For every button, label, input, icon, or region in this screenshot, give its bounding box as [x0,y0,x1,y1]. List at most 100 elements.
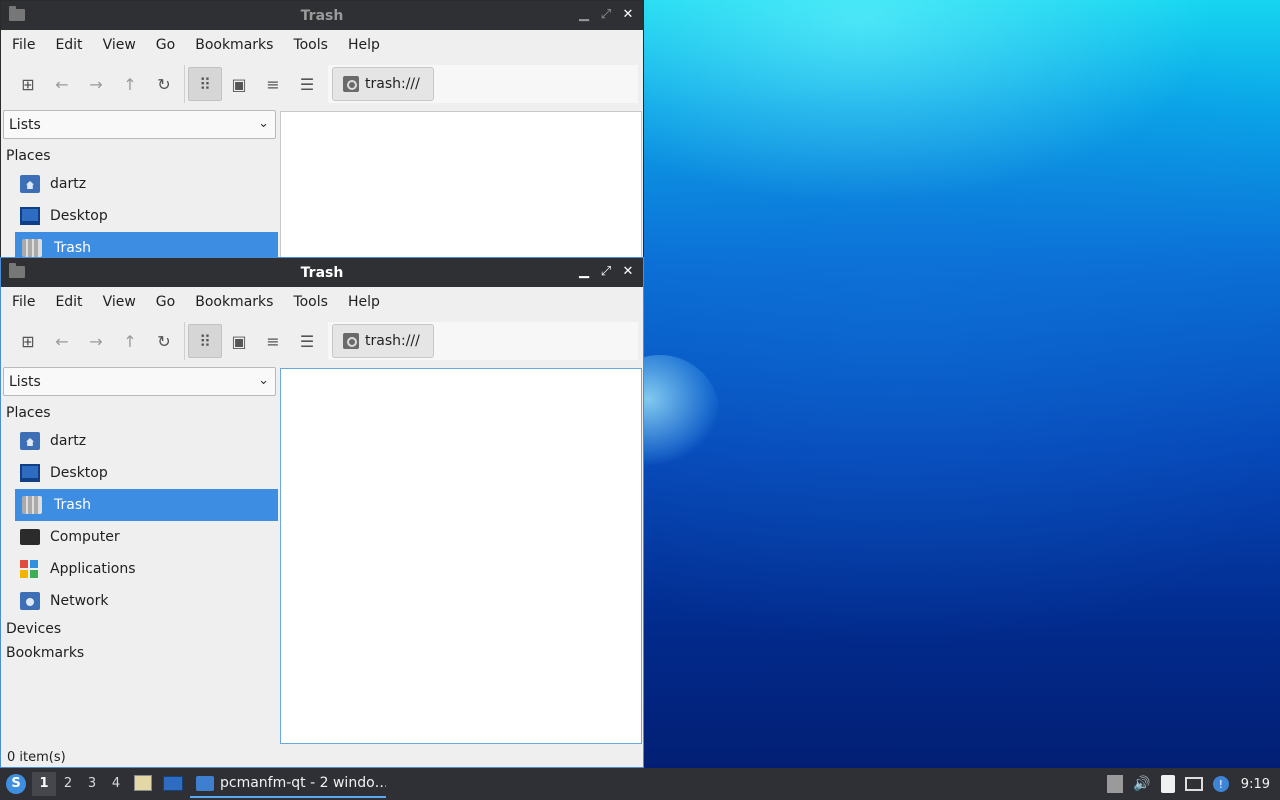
sidebar-item-dartz[interactable]: dartz [15,168,278,200]
menu-file[interactable]: File [5,30,42,60]
menu-edit[interactable]: Edit [48,287,89,317]
sidebar-item-network[interactable]: Network [15,585,278,617]
detailed-list-view-icon[interactable]: ☰ [290,324,324,358]
start-menu-icon[interactable]: S [6,774,26,794]
bookmarks-header[interactable]: Bookmarks [3,641,278,665]
volume-icon[interactable]: 🔊 [1133,775,1151,793]
sidebar-item-applications[interactable]: Applications [15,553,278,585]
chevron-down-icon: ⌄ [258,373,269,388]
reload-icon[interactable]: ↻ [147,324,181,358]
menu-view[interactable]: View [96,287,143,317]
drive-icon [343,333,359,349]
sidebar-item-label: Computer [50,529,120,545]
path-label: trash:/// [365,333,420,349]
menubar: File Edit View Go Bookmarks Tools Help [1,287,643,317]
places-header[interactable]: Places [3,144,278,168]
sidebar-item-label: Desktop [50,465,108,481]
new-tab-icon[interactable]: ⊞ [11,324,45,358]
desktop-icon [20,207,40,225]
workspace-2[interactable]: 2 [56,772,80,796]
folder-icon [9,263,25,278]
menu-view[interactable]: View [96,30,143,60]
menu-bookmarks[interactable]: Bookmarks [188,30,280,60]
detailed-list-view-icon[interactable]: ☰ [290,67,324,101]
menu-help[interactable]: Help [341,30,387,60]
up-arrow-icon[interactable]: ↑ [113,324,147,358]
sidebar-item-computer[interactable]: Computer [15,521,278,553]
trash-icon [22,239,42,257]
reload-icon[interactable]: ↻ [147,67,181,101]
taskbar-task-pcmanfm[interactable]: pcmanfm-qt - 2 windo… [190,770,386,798]
network-status-icon[interactable] [1184,777,1203,791]
home-folder-icon [20,432,40,450]
menu-tools[interactable]: Tools [286,30,335,60]
places-header[interactable]: Places [3,401,278,425]
show-desktop-icon[interactable] [163,776,183,791]
menu-file[interactable]: File [5,287,42,317]
up-arrow-icon[interactable]: ↑ [113,67,147,101]
path-label: trash:/// [365,76,420,92]
path-bar: trash:/// [328,322,638,360]
forward-arrow-icon[interactable]: → [79,67,113,101]
file-list-view[interactable] [280,368,642,744]
icon-view-icon[interactable]: ⠿ [188,67,222,101]
window-content: Lists ⌄ Places dartz Desktop Trash [1,110,643,257]
removable-media-icon[interactable] [1106,775,1123,793]
menu-go[interactable]: Go [149,287,182,317]
menu-bookmarks[interactable]: Bookmarks [188,287,280,317]
close-icon[interactable]: ✕ [619,262,637,282]
sidebar-item-label: Trash [54,497,91,513]
sidebar-item-trash[interactable]: Trash [15,232,278,257]
file-manager-launcher-icon[interactable] [134,775,152,791]
thumbnail-view-icon[interactable]: ▣ [222,324,256,358]
menu-tools[interactable]: Tools [286,287,335,317]
compact-view-icon[interactable]: ≡ [256,324,290,358]
menu-go[interactable]: Go [149,30,182,60]
forward-arrow-icon[interactable]: → [79,324,113,358]
minimize-icon[interactable]: ▁ [575,5,593,25]
sidebar-item-desktop[interactable]: Desktop [15,457,278,489]
side-pane-mode-select[interactable]: Lists ⌄ [3,110,276,139]
chevron-down-icon: ⌄ [258,116,269,131]
toolbar-separator [184,65,185,103]
applications-icon [20,560,40,578]
back-arrow-icon[interactable]: ← [45,324,79,358]
sidebar-item-trash[interactable]: Trash [15,489,278,521]
file-list-view[interactable] [280,111,642,257]
window-title: Trash [300,264,344,281]
clipboard-icon[interactable] [1160,775,1175,793]
clock[interactable]: 9:19 [1241,777,1270,792]
task-label: pcmanfm-qt - 2 windo… [220,775,386,791]
sidebar-item-desktop[interactable]: Desktop [15,200,278,232]
window-titlebar[interactable]: Trash ▁ ⤢ ✕ [1,1,643,30]
workspace-switcher: 1 2 3 4 [32,772,128,796]
folder-icon [196,775,214,791]
maximize-icon[interactable]: ⤢ [597,262,615,282]
menubar: File Edit View Go Bookmarks Tools Help [1,30,643,60]
sidebar-item-dartz[interactable]: dartz [15,425,278,457]
path-button[interactable]: trash:/// [332,67,434,101]
icon-view-icon[interactable]: ⠿ [188,324,222,358]
side-pane-mode-select[interactable]: Lists ⌄ [3,367,276,396]
home-folder-icon [20,175,40,193]
close-icon[interactable]: ✕ [619,5,637,25]
window-titlebar[interactable]: Trash ▁ ⤢ ✕ [1,258,643,287]
file-manager-window-front[interactable]: Trash ▁ ⤢ ✕ File Edit View Go Bookmarks … [0,257,644,768]
menu-edit[interactable]: Edit [48,30,89,60]
compact-view-icon[interactable]: ≡ [256,67,290,101]
new-tab-icon[interactable]: ⊞ [11,67,45,101]
maximize-icon[interactable]: ⤢ [597,5,615,25]
workspace-4[interactable]: 4 [104,772,128,796]
thumbnail-view-icon[interactable]: ▣ [222,67,256,101]
status-bar-text: 0 item(s) [7,750,66,765]
notification-icon[interactable]: ! [1212,776,1229,792]
workspace-1[interactable]: 1 [32,772,56,796]
path-button[interactable]: trash:/// [332,324,434,358]
file-manager-window-back[interactable]: Trash ▁ ⤢ ✕ File Edit View Go Bookmarks … [0,0,644,258]
back-arrow-icon[interactable]: ← [45,67,79,101]
workspace-3[interactable]: 3 [80,772,104,796]
minimize-icon[interactable]: ▁ [575,262,593,282]
desktop-icon [20,464,40,482]
menu-help[interactable]: Help [341,287,387,317]
devices-header[interactable]: Devices [3,617,278,641]
